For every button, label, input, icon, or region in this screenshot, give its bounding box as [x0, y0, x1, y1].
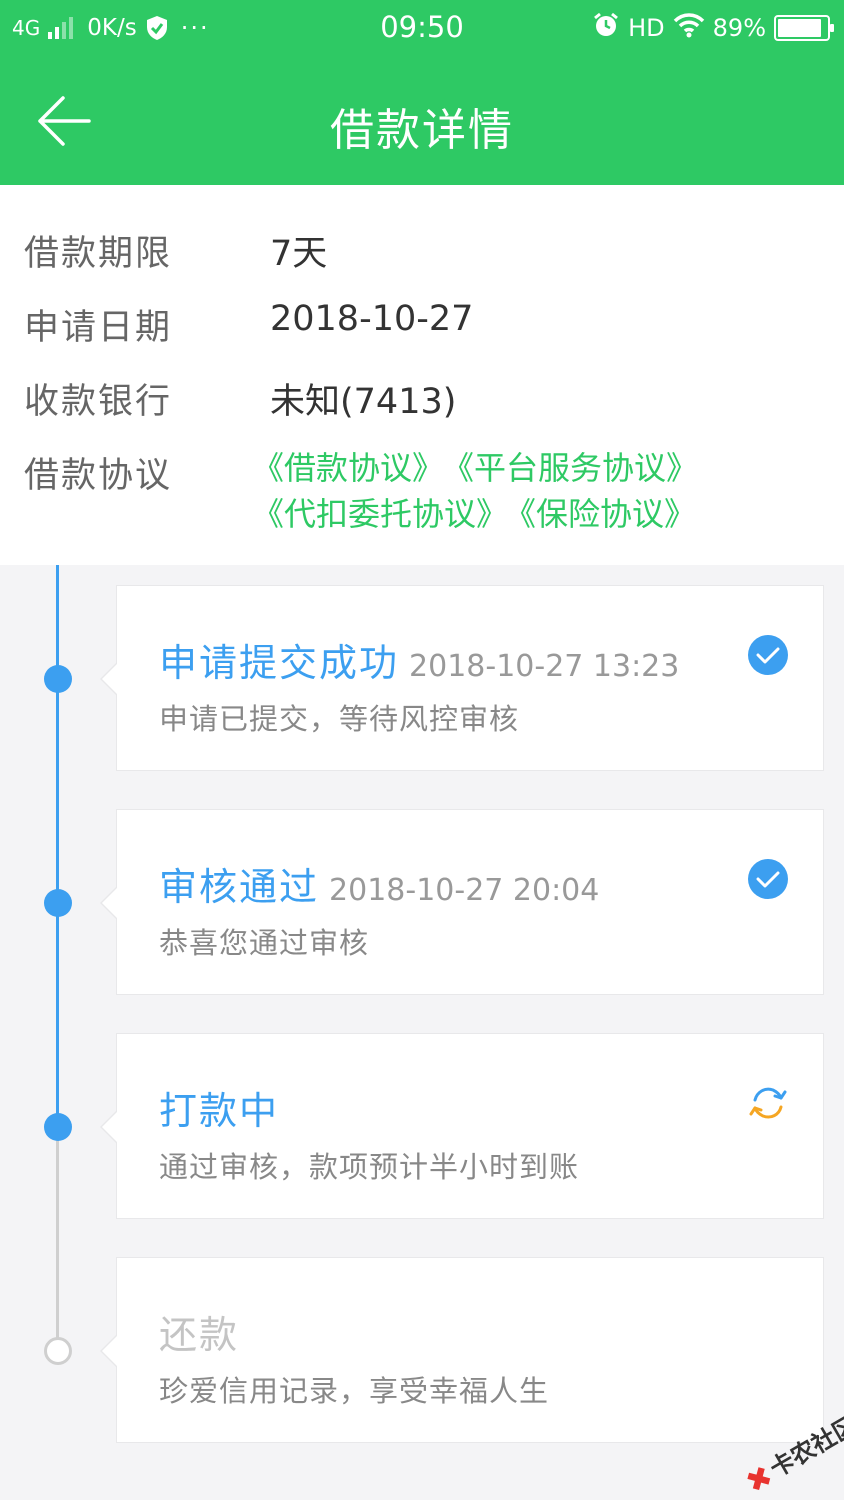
- step-description: 通过审核，款项预计半小时到账: [159, 1150, 580, 1184]
- timeline-dot-current: [44, 1113, 72, 1141]
- step-title: 打款中: [159, 1089, 280, 1133]
- loan-term-row: 借款期限 7天: [0, 225, 844, 275]
- timeline-step-repayment: 还款 珍爱信用记录，享受幸福人生: [100, 1257, 824, 1443]
- agreement-label: 借款协议: [24, 456, 173, 496]
- platform-service-agreement-link[interactable]: 《平台服务协议》: [458, 449, 698, 487]
- loan-detail-card: ​ 借款期限 7天 申请日期 2018-10-27 收款银行 未知(7413) …: [0, 185, 844, 565]
- page-title: 借款详情: [330, 105, 514, 156]
- apply-date-value: 2018-10-27: [270, 299, 474, 339]
- bank-value: 未知(7413): [270, 382, 457, 422]
- timeline-dot-done: [44, 665, 72, 693]
- withholding-agreement-link[interactable]: 《代扣委托协议》: [252, 495, 508, 533]
- timeline-dot-pending: [44, 1337, 72, 1365]
- step-title: 申请提交成功: [159, 641, 400, 685]
- refresh-icon: [749, 1087, 787, 1119]
- loan-progress-timeline: 申请提交成功 2018-10-27 13:23 申请已提交，等待风控审核 审核通过…: [0, 565, 844, 1500]
- loan-term-label: 借款期限: [24, 234, 173, 274]
- check-circle-icon: [748, 635, 788, 675]
- timeline-step-approved: 审核通过 2018-10-27 20:04 恭喜您通过审核: [100, 809, 824, 995]
- status-bar: 4G 0K/s ··· 09:50 HD 89%: [0, 0, 844, 56]
- bank-row: 收款银行 未知(7413): [0, 373, 844, 423]
- apply-date-label: 申请日期: [24, 308, 173, 348]
- scrolled-row: ​: [0, 185, 844, 199]
- step-description: 申请已提交，等待风控审核: [159, 702, 520, 736]
- timeline-step-disbursing: 打款中 通过审核，款项预计半小时到账: [100, 1033, 824, 1219]
- timeline-dot-done: [44, 889, 72, 917]
- agreement-links: 《借款协议》 《平台服务协议》 《代扣委托协议》 《保险协议》: [252, 443, 732, 535]
- nav-bar: 借款详情: [0, 56, 844, 185]
- battery-icon: [774, 15, 834, 41]
- insurance-agreement-link[interactable]: 《保险协议》: [520, 495, 696, 533]
- step-time: 2018-10-27 20:04: [329, 873, 600, 908]
- check-circle-icon: [748, 859, 788, 899]
- alarm-icon: [592, 11, 620, 45]
- timeline-line-pending: [56, 1127, 59, 1349]
- hd-label: HD: [628, 14, 665, 42]
- battery-percent: 89%: [712, 14, 766, 42]
- loan-agreement-link[interactable]: 《借款协议》: [252, 449, 444, 487]
- step-title: 还款: [159, 1313, 240, 1357]
- step-description: 珍爱信用记录，享受幸福人生: [159, 1374, 550, 1408]
- loan-term-value: 7天: [270, 234, 328, 274]
- timeline-line-completed: [56, 565, 59, 1127]
- bank-label: 收款银行: [24, 382, 173, 422]
- step-title: 审核通过: [159, 865, 320, 909]
- apply-date-row: 申请日期 2018-10-27: [0, 299, 844, 349]
- wifi-icon: [673, 12, 705, 44]
- timeline-step-submitted: 申请提交成功 2018-10-27 13:23 申请已提交，等待风控审核: [100, 585, 824, 771]
- step-time: 2018-10-27 13:23: [409, 649, 680, 684]
- step-description: 恭喜您通过审核: [159, 926, 370, 960]
